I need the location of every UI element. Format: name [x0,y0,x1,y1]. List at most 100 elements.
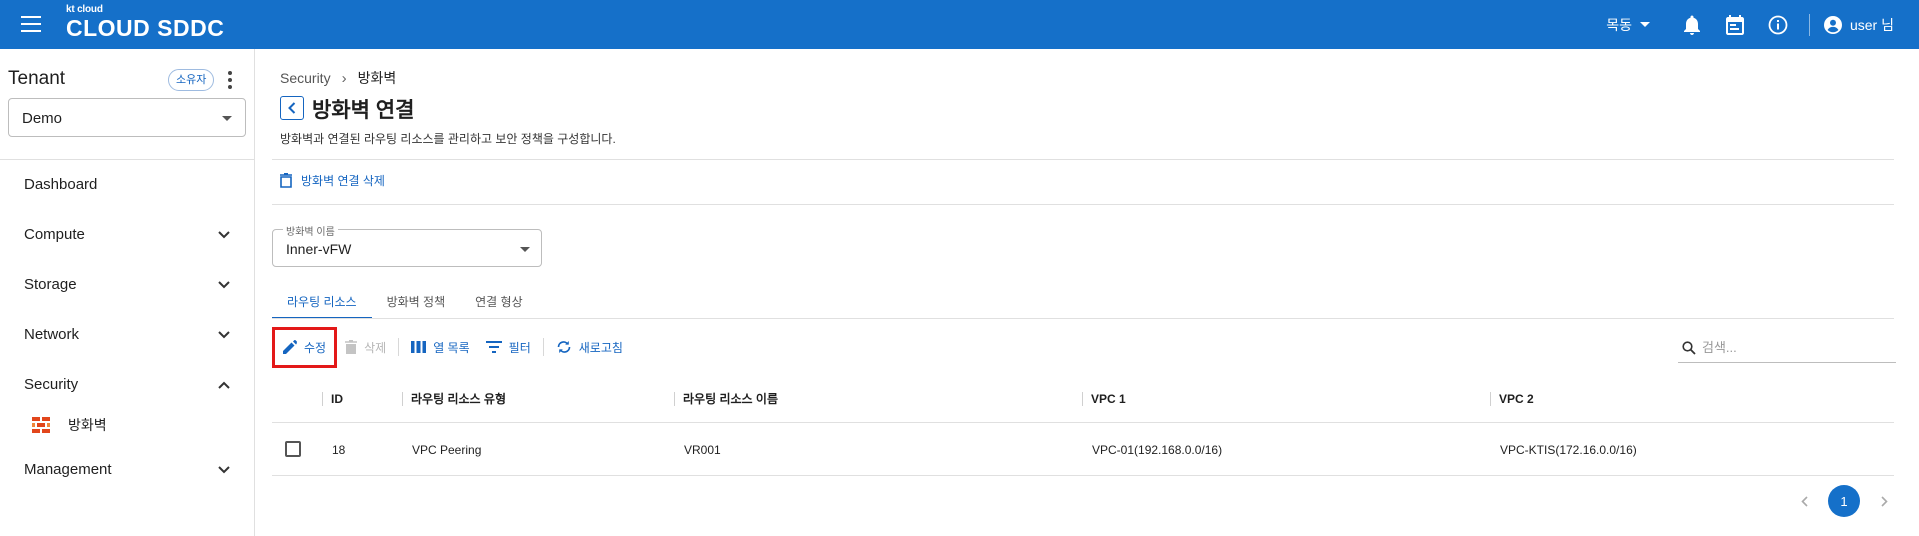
cell-routing-name: VR001 [684,443,721,457]
tab-firewall-policy[interactable]: 방화벽 정책 [372,283,461,319]
chevron-up-icon [218,381,230,389]
owner-badge[interactable]: 소유자 [168,69,215,91]
delete-firewall-connection-button[interactable]: 방화벽 연결 삭제 [280,172,385,189]
sidebar-subitem-firewall[interactable]: 방화벽 [32,413,232,437]
toolbar-divider [542,338,544,356]
divider [272,204,1894,205]
caret-down-icon [520,247,530,252]
firewall-brick-icon [32,417,50,433]
sidebar-item-label: Security [24,376,79,393]
sidebar-item-label: Dashboard [24,176,98,193]
next-page-button[interactable] [1868,485,1900,517]
cell-vpc1: VPC-01(192.168.0.0/16) [1092,443,1223,457]
column-header-routing-type[interactable]: 라우팅 리소스 유형 [402,392,506,406]
cell-vpc2: VPC-KTIS(172.16.0.0/16) [1500,443,1637,457]
sidebar-item-label: Network [24,326,80,343]
brand-logo[interactable]: kt cloud CLOUD SDDC [66,5,224,42]
tenant-title: Tenant [8,68,66,89]
user-menu[interactable]: user 님 [1823,15,1894,35]
account-circle-icon [1823,15,1842,34]
chevron-left-icon [1800,495,1808,507]
sidebar-item-security[interactable]: Security [24,376,230,400]
sidebar-item-label: Storage [24,276,77,293]
chevron-left-icon [288,102,296,114]
filter-label: 필터 [508,340,531,355]
delete-button[interactable]: 삭제 [337,331,394,363]
row-checkbox[interactable] [285,441,301,457]
refresh-button[interactable]: 새로고침 [548,331,631,363]
toolbar-divider [398,338,400,356]
tenant-select-value: Demo [22,110,63,127]
prev-page-button[interactable] [1788,485,1820,517]
sidebar: Tenant 소유자 Demo Dashboard Compute Storag… [0,49,255,536]
chevron-right-icon [1880,495,1888,507]
breadcrumb-separator: › [341,69,347,87]
search-icon [1682,340,1696,355]
sidebar-item-dashboard[interactable]: Dashboard [24,176,230,200]
search-box [1678,333,1896,363]
filter-button[interactable]: 필터 [478,331,539,363]
sidebar-item-storage[interactable]: Storage [24,276,230,300]
page-description: 방화벽과 연결된 라우팅 리소스를 관리하고 보안 정책을 구성합니다. [280,132,616,146]
back-button[interactable] [280,96,304,120]
tabs-divider [272,318,1894,319]
column-header-routing-name[interactable]: 라우팅 리소스 이름 [674,392,778,406]
caret-down-icon [222,116,232,121]
breadcrumb: Security › 방화벽 [280,68,396,88]
column-list-button[interactable]: 열 목록 [403,331,477,363]
tab-routing-resources[interactable]: 라우팅 리소스 [272,283,372,319]
refresh-label: 새로고침 [578,340,623,355]
firewall-name-label: 방화벽 이름 [283,223,338,238]
top-bar-divider [1808,13,1810,36]
caret-down-icon [1639,22,1650,27]
sidebar-divider [0,159,254,160]
tenant-select[interactable]: Demo [8,98,246,137]
table-toolbar: 수정 삭제 열 목록 필터 새로고침 [272,326,631,368]
pagination: 1 [1788,485,1900,517]
refresh-icon [557,341,571,353]
column-header-vpc2[interactable]: VPC 2 [1490,392,1534,406]
chevron-down-icon [218,231,230,239]
sidebar-item-network[interactable]: Network [24,326,230,350]
calendar-icon[interactable] [1723,13,1747,37]
view-column-icon [411,341,427,353]
column-header-vpc1[interactable]: VPC 1 [1082,392,1126,406]
table-row[interactable]: 18 VPC Peering VR001 VPC-01(192.168.0.0/… [272,423,1894,476]
breadcrumb-parent[interactable]: Security [280,70,331,86]
sidebar-subitem-label: 방화벽 [68,417,107,433]
more-vert-icon[interactable] [227,71,233,89]
breadcrumb-current: 방화벽 [357,70,397,86]
cell-routing-type: VPC Peering [412,443,482,457]
edit-button[interactable]: 수정 [272,326,338,368]
notification-bell-icon[interactable] [1680,13,1704,37]
pencil-icon [283,340,297,354]
divider [272,159,1894,160]
column-header-id[interactable]: ID [322,392,343,406]
edit-label: 수정 [304,340,327,355]
firewall-name-select[interactable]: 방화벽 이름 Inner-vFW [272,223,542,267]
info-icon[interactable] [1766,13,1790,37]
sidebar-item-label: Compute [24,226,85,243]
column-list-label: 열 목록 [433,340,470,355]
page-title: 방화벽 연결 [312,99,415,122]
top-app-bar: kt cloud CLOUD SDDC 목동 user 님 [0,0,1919,49]
page-number-button[interactable]: 1 [1828,485,1860,517]
search-input[interactable] [1702,340,1882,355]
region-label: 목동 [1606,16,1632,33]
sidebar-item-compute[interactable]: Compute [24,226,230,250]
menu-icon[interactable] [21,16,41,32]
table-header: ID 라우팅 리소스 유형 라우팅 리소스 이름 VPC 1 VPC 2 [272,377,1894,423]
tab-bar: 라우팅 리소스 방화벽 정책 연결 형상 [272,283,538,319]
chevron-down-icon [218,331,230,339]
sidebar-item-management[interactable]: Management [24,461,230,485]
tenant-header: Tenant 소유자 [8,68,240,92]
chevron-down-icon [218,281,230,289]
filter-list-icon [485,341,502,353]
delete-label: 삭제 [364,340,387,355]
sidebar-item-label: Management [24,461,112,478]
top-bar-actions: 목동 user 님 [1606,0,1919,49]
cell-id: 18 [332,443,346,457]
firewall-name-value: Inner-vFW [286,241,352,257]
tab-connection-topology[interactable]: 연결 형상 [460,283,538,319]
region-selector[interactable]: 목동 [1606,15,1650,35]
